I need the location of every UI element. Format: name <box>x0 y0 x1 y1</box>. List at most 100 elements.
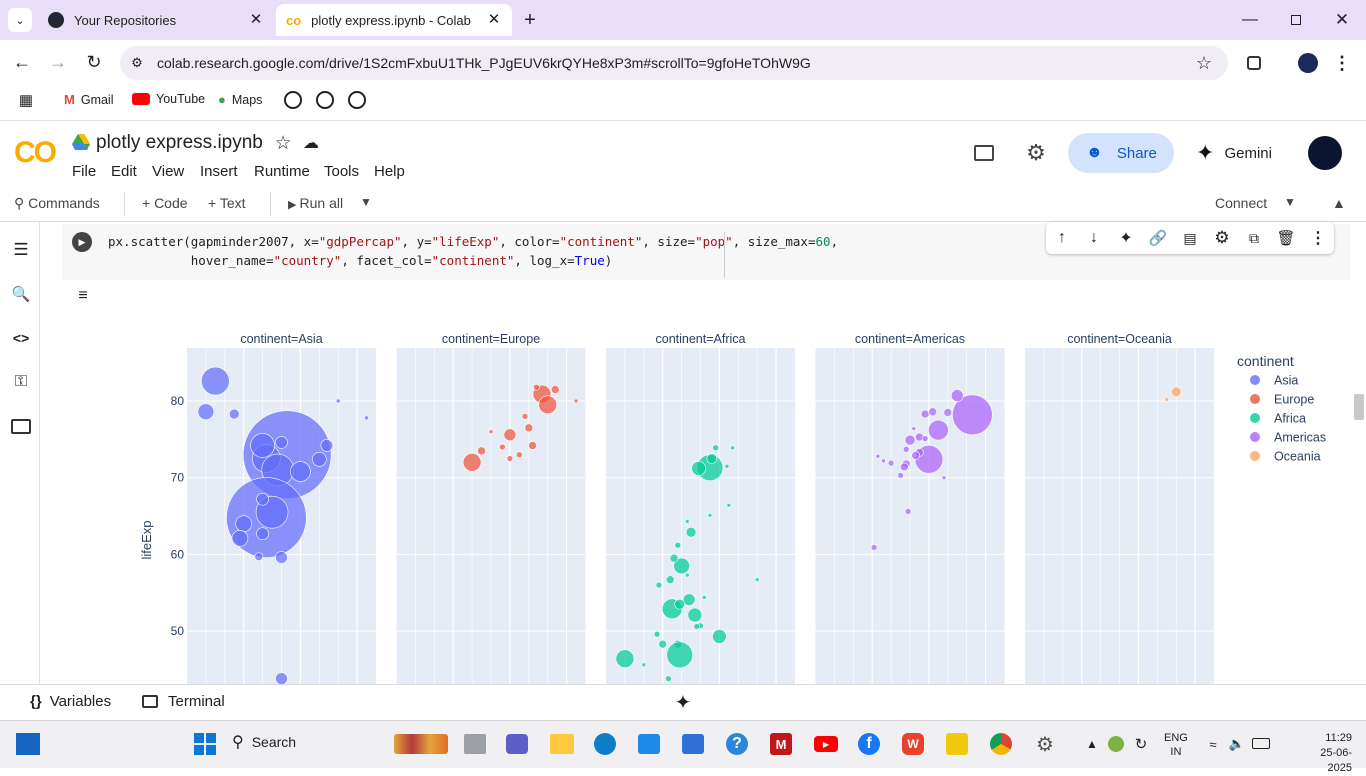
file-explorer-icon[interactable] <box>550 734 574 754</box>
legend-label[interactable]: Africa <box>1274 412 1306 426</box>
scatter-point[interactable] <box>691 461 706 476</box>
scatter-point[interactable] <box>462 453 482 472</box>
scatter-point[interactable] <box>658 639 668 649</box>
scatter-point[interactable] <box>928 419 949 441</box>
scatter-point[interactable] <box>573 398 579 404</box>
scatter-point[interactable] <box>943 408 953 417</box>
scatter-point[interactable] <box>201 366 230 396</box>
app-icon[interactable] <box>394 734 448 754</box>
scatter-point[interactable] <box>506 455 514 462</box>
scatter-point[interactable] <box>904 508 912 515</box>
scatter-point[interactable] <box>275 436 288 449</box>
scatter-point[interactable] <box>524 423 534 433</box>
battery-icon[interactable] <box>1252 738 1270 749</box>
scatter-point[interactable] <box>684 519 690 524</box>
scatter-point[interactable] <box>754 577 760 583</box>
scatter-point[interactable] <box>941 475 947 481</box>
facebook-icon[interactable]: f <box>858 733 880 755</box>
scatter-point[interactable] <box>521 413 529 420</box>
scatter-chart[interactable]: continent=Asia continent=Europe continent=… <box>0 0 1366 684</box>
language-indicator[interactable]: ENG IN <box>1164 731 1188 759</box>
legend-marker[interactable] <box>1250 451 1260 461</box>
mcafee-icon[interactable]: M <box>770 733 792 755</box>
scatter-point[interactable] <box>516 451 523 458</box>
scatter-point[interactable] <box>290 461 311 482</box>
power-bi-icon[interactable] <box>946 733 968 755</box>
scatter-point[interactable] <box>870 544 878 551</box>
scatter-point[interactable] <box>256 527 269 540</box>
scatter-point[interactable] <box>875 453 881 459</box>
scatter-point[interactable] <box>641 662 647 668</box>
scatter-point[interactable] <box>669 553 679 563</box>
scatter-point[interactable] <box>488 429 494 434</box>
scatter-point[interactable] <box>538 395 558 415</box>
scatter-point[interactable] <box>1170 386 1182 398</box>
scatter-point[interactable] <box>666 641 694 669</box>
scatter-point[interactable] <box>887 459 895 467</box>
wifi-icon[interactable]: ≈ <box>1204 734 1222 754</box>
legend-marker[interactable] <box>1250 375 1260 385</box>
scatter-point[interactable] <box>615 649 635 669</box>
legend-label[interactable]: Oceania <box>1274 450 1321 464</box>
show-hidden-icons-chevron[interactable]: ▲ <box>1084 734 1100 754</box>
scatter-point[interactable] <box>533 383 540 391</box>
sync-icon[interactable]: ↻ <box>1132 734 1150 754</box>
scatter-point[interactable] <box>684 572 690 578</box>
scatter-point[interactable] <box>674 598 686 610</box>
scatter-point[interactable] <box>653 630 661 638</box>
legend-marker[interactable] <box>1250 413 1260 423</box>
scatter-point[interactable] <box>902 446 910 453</box>
scatter-point[interactable] <box>921 435 929 442</box>
scatter-point[interactable] <box>250 433 275 458</box>
tray-app-icon[interactable] <box>1108 736 1124 752</box>
scatter-point[interactable] <box>499 443 506 451</box>
scatter-point[interactable] <box>706 453 718 464</box>
scatter-point[interactable] <box>685 526 697 538</box>
scatter-point[interactable] <box>550 385 560 394</box>
scatter-point[interactable] <box>231 529 249 547</box>
hp-app-icon[interactable] <box>638 734 660 754</box>
scatter-point[interactable] <box>687 607 703 623</box>
scatter-point[interactable] <box>911 426 917 431</box>
scatter-point[interactable] <box>701 595 707 600</box>
scatter-point[interactable] <box>674 541 682 549</box>
scatter-point[interactable] <box>707 512 713 518</box>
scatter-point[interactable] <box>928 407 937 417</box>
chrome-icon[interactable] <box>990 733 1012 755</box>
windows-start-icon[interactable] <box>194 733 216 755</box>
meet-icon[interactable] <box>506 734 528 754</box>
scatter-point[interactable] <box>275 551 288 564</box>
clock[interactable]: 11:29 25-06-2025 <box>1296 731 1352 776</box>
terminal-button[interactable]: Terminal <box>142 693 225 710</box>
scatter-point[interactable] <box>712 444 719 452</box>
scatter-point[interactable] <box>724 463 730 469</box>
scatter-point[interactable] <box>693 623 701 630</box>
scatter-point[interactable] <box>881 458 886 464</box>
store-icon[interactable] <box>682 734 704 754</box>
scatter-point[interactable] <box>726 503 732 508</box>
scatter-point[interactable] <box>197 403 215 421</box>
scatter-point[interactable] <box>364 415 369 421</box>
scatter-point[interactable] <box>1164 397 1170 402</box>
scatter-point[interactable] <box>665 675 672 682</box>
edge-icon[interactable] <box>594 733 616 755</box>
scatter-point[interactable] <box>228 408 240 420</box>
scatter-point[interactable] <box>503 428 517 442</box>
scatter-point[interactable] <box>477 446 486 456</box>
variables-button[interactable]: {} Variables <box>30 693 111 710</box>
legend-label[interactable]: Asia <box>1274 374 1298 388</box>
scatter-point[interactable] <box>712 629 727 644</box>
help-icon[interactable]: ? <box>726 733 748 755</box>
legend-marker[interactable] <box>1250 432 1260 442</box>
vertical-scrollbar[interactable] <box>1354 394 1364 420</box>
scatter-point[interactable] <box>897 472 904 479</box>
scatter-point[interactable] <box>235 515 252 533</box>
scatter-point[interactable] <box>665 575 675 585</box>
scatter-point[interactable] <box>311 451 327 467</box>
scatter-point[interactable] <box>335 398 341 404</box>
youtube-icon[interactable]: ▶ <box>814 736 838 752</box>
scatter-point[interactable] <box>655 581 663 589</box>
scatter-point[interactable] <box>950 389 964 402</box>
widgets-icon[interactable] <box>16 733 40 755</box>
scatter-point[interactable] <box>904 434 916 446</box>
